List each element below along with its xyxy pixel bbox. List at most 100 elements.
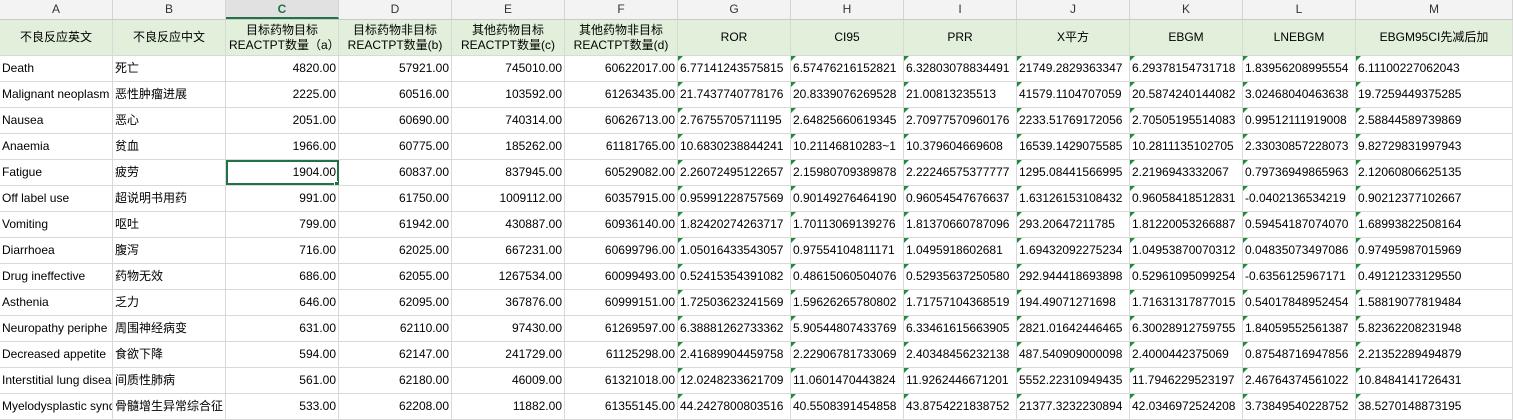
table-cell[interactable]: 21.7437740778176 xyxy=(678,82,791,107)
table-cell[interactable]: 0.04835073497086 xyxy=(1243,238,1356,263)
table-cell[interactable]: 62147.00 xyxy=(339,342,452,367)
table-cell[interactable]: 恶性肿瘤进展 xyxy=(113,82,226,107)
table-cell[interactable]: 恶心 xyxy=(113,108,226,133)
table-cell[interactable]: 60837.00 xyxy=(339,160,452,185)
table-cell[interactable]: 61321018.00 xyxy=(565,368,678,393)
table-cell[interactable]: 2.21352289494879 xyxy=(1356,342,1513,367)
table-cell[interactable]: 1.71757104368519 xyxy=(904,290,1017,315)
table-cell[interactable]: 40.5508391454858 xyxy=(791,394,904,419)
table-cell[interactable]: 4820.00 xyxy=(226,56,339,81)
table-cell[interactable]: 周围神经病变 xyxy=(113,316,226,341)
table-cell[interactable]: 2.2196943332067 xyxy=(1130,160,1243,185)
table-cell[interactable]: Myelodysplastic synd xyxy=(0,394,113,419)
table-cell[interactable]: 61269597.00 xyxy=(565,316,678,341)
header-cell[interactable]: CI95 xyxy=(791,20,904,55)
table-cell[interactable]: 60626713.00 xyxy=(565,108,678,133)
table-cell[interactable]: 0.54017848952454 xyxy=(1243,290,1356,315)
table-cell[interactable]: 60699796.00 xyxy=(565,238,678,263)
table-cell[interactable]: 0.96058418512831 xyxy=(1130,186,1243,211)
table-cell[interactable]: 11882.00 xyxy=(452,394,565,419)
table-cell[interactable]: 97430.00 xyxy=(452,316,565,341)
table-cell[interactable]: 62055.00 xyxy=(339,264,452,289)
table-cell[interactable]: Neuropathy periphe xyxy=(0,316,113,341)
table-cell[interactable]: 11.0601470443824 xyxy=(791,368,904,393)
header-cell[interactable]: 其他药物目标REACTPT数量(c) xyxy=(452,20,565,55)
spreadsheet-grid[interactable]: ABCDEFGHIJKLM 不良反应英文 不良反应中文 目标药物目标REACTPT数… xyxy=(0,0,1513,420)
table-cell[interactable]: 61263435.00 xyxy=(565,82,678,107)
table-cell[interactable]: 0.90212377102667 xyxy=(1356,186,1513,211)
table-cell[interactable]: 10.379604669608 xyxy=(904,134,1017,159)
table-cell[interactable]: Fatigue xyxy=(0,160,113,185)
table-cell[interactable]: 疲劳 xyxy=(113,160,226,185)
table-cell[interactable]: 667231.00 xyxy=(452,238,565,263)
table-cell[interactable]: 60516.00 xyxy=(339,82,452,107)
table-cell[interactable]: 1.82420274263717 xyxy=(678,212,791,237)
table-cell[interactable]: 185262.00 xyxy=(452,134,565,159)
table-cell[interactable]: 2.26072495122657 xyxy=(678,160,791,185)
table-cell[interactable]: 1.59626265780802 xyxy=(791,290,904,315)
table-cell[interactable]: 740314.00 xyxy=(452,108,565,133)
table-cell[interactable]: 0.59454187074070 xyxy=(1243,212,1356,237)
table-cell[interactable]: 2233.51769172056 xyxy=(1017,108,1130,133)
table-cell[interactable]: 2.41689904459758 xyxy=(678,342,791,367)
table-cell[interactable]: 646.00 xyxy=(226,290,339,315)
table-cell[interactable]: 799.00 xyxy=(226,212,339,237)
table-cell[interactable]: 1267534.00 xyxy=(452,264,565,289)
table-cell[interactable]: 1009112.00 xyxy=(452,186,565,211)
header-cell[interactable]: 目标药物非目标REACTPT数量(b) xyxy=(339,20,452,55)
table-cell[interactable]: 1.04953870070312 xyxy=(1130,238,1243,263)
column-letter-a[interactable]: A xyxy=(0,0,113,19)
table-cell[interactable]: 60936140.00 xyxy=(565,212,678,237)
table-cell[interactable]: 60690.00 xyxy=(339,108,452,133)
table-cell[interactable]: 6.29378154731718 xyxy=(1130,56,1243,81)
table-cell[interactable]: 0.95991228757569 xyxy=(678,186,791,211)
table-cell[interactable]: 11.7946229523197 xyxy=(1130,368,1243,393)
column-letter-j[interactable]: J xyxy=(1017,0,1130,19)
table-cell[interactable]: 1.58819077819484 xyxy=(1356,290,1513,315)
table-cell[interactable]: 0.48615060504076 xyxy=(791,264,904,289)
table-cell[interactable]: 9.82729831997943 xyxy=(1356,134,1513,159)
table-cell[interactable]: 腹泻 xyxy=(113,238,226,263)
table-cell[interactable]: 1.83956208995554 xyxy=(1243,56,1356,81)
table-cell[interactable]: 61942.00 xyxy=(339,212,452,237)
table-cell[interactable]: 0.52961095099254 xyxy=(1130,264,1243,289)
table-cell[interactable]: 16539.1429075585 xyxy=(1017,134,1130,159)
table-cell[interactable]: 745010.00 xyxy=(452,56,565,81)
table-cell[interactable]: 61355145.00 xyxy=(565,394,678,419)
table-cell[interactable]: 0.79736949865963 xyxy=(1243,160,1356,185)
table-cell[interactable]: 2051.00 xyxy=(226,108,339,133)
table-cell[interactable]: 骨髓增生异常综合征 xyxy=(113,394,226,419)
table-cell[interactable]: 103592.00 xyxy=(452,82,565,107)
table-cell[interactable]: 2225.00 xyxy=(226,82,339,107)
table-cell[interactable]: 533.00 xyxy=(226,394,339,419)
column-letter-g[interactable]: G xyxy=(678,0,791,19)
table-cell[interactable]: 0.90149276464190 xyxy=(791,186,904,211)
table-cell[interactable]: 1.70113069139276 xyxy=(791,212,904,237)
table-cell[interactable]: Malignant neoplasm xyxy=(0,82,113,107)
header-cell[interactable]: LNEBGM xyxy=(1243,20,1356,55)
column-header-bar[interactable]: ABCDEFGHIJKLM xyxy=(0,0,1513,20)
header-cell[interactable]: 不良反应英文 xyxy=(0,20,113,55)
sheet-body[interactable]: 不良反应英文 不良反应中文 目标药物目标REACTPT数量（a） 目标药物非目标REA… xyxy=(0,20,1513,420)
header-cell[interactable]: ROR xyxy=(678,20,791,55)
table-cell[interactable]: 367876.00 xyxy=(452,290,565,315)
header-cell[interactable]: EBGM95CI先减后加 xyxy=(1356,20,1513,55)
table-cell[interactable]: 60775.00 xyxy=(339,134,452,159)
table-cell[interactable]: 10.8484141726431 xyxy=(1356,368,1513,393)
table-cell[interactable]: 2.64825660619345 xyxy=(791,108,904,133)
table-cell[interactable]: 716.00 xyxy=(226,238,339,263)
table-cell[interactable]: 0.99512111919008 xyxy=(1243,108,1356,133)
table-cell[interactable]: 3.73849540228752 xyxy=(1243,394,1356,419)
table-cell[interactable]: Asthenia xyxy=(0,290,113,315)
table-cell[interactable]: 1.81370660787096 xyxy=(904,212,1017,237)
table-cell[interactable]: 2.70505195514083 xyxy=(1130,108,1243,133)
table-cell[interactable]: 1966.00 xyxy=(226,134,339,159)
table-cell[interactable]: 10.6830238844241 xyxy=(678,134,791,159)
table-cell[interactable]: 60099493.00 xyxy=(565,264,678,289)
table-cell[interactable]: 0.52935637250580 xyxy=(904,264,1017,289)
column-letter-c[interactable]: C xyxy=(226,0,339,19)
table-cell[interactable]: 2.70977570960176 xyxy=(904,108,1017,133)
table-cell[interactable]: 1.0495918602681 xyxy=(904,238,1017,263)
table-cell[interactable]: 2.22906781733069 xyxy=(791,342,904,367)
table-cell[interactable]: Interstitial lung disea xyxy=(0,368,113,393)
